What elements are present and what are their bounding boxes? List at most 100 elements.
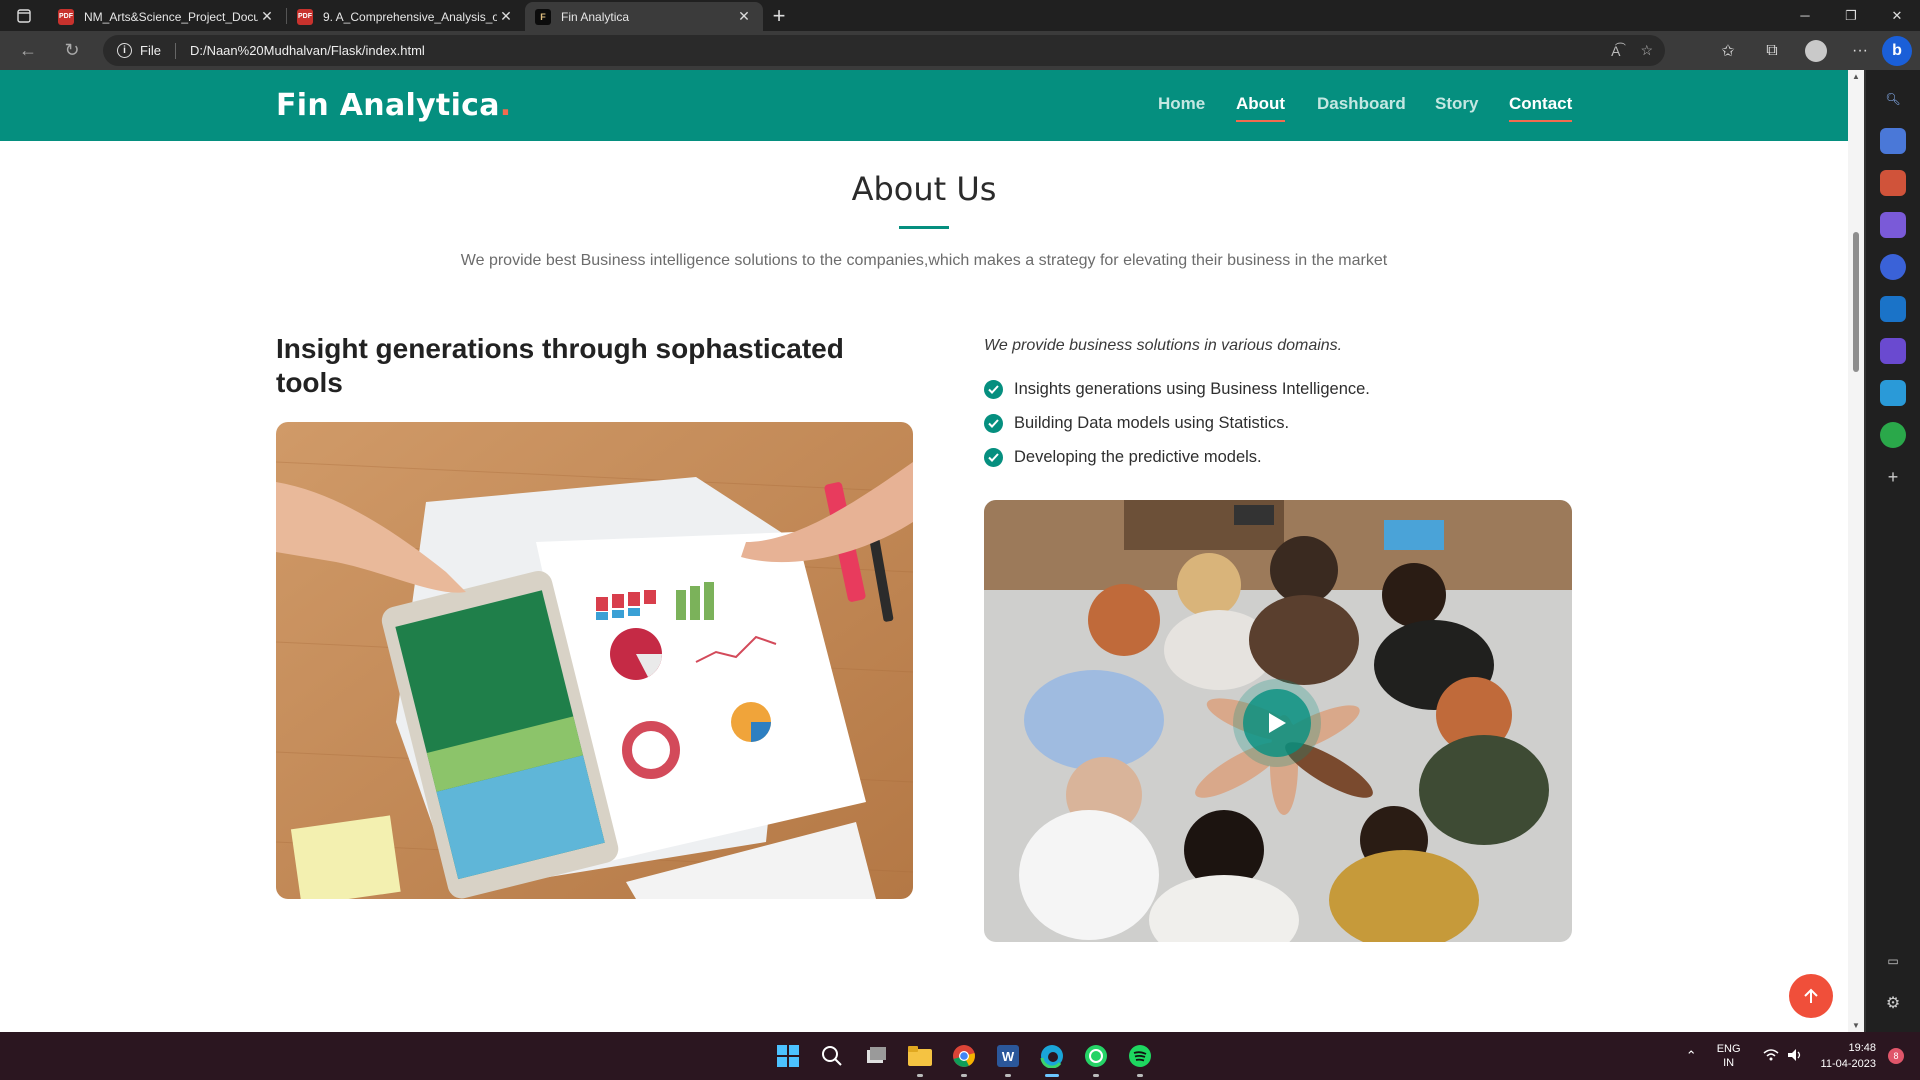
spotify-button[interactable]	[1118, 1032, 1162, 1080]
running-indicator	[961, 1074, 967, 1077]
active-indicator	[1045, 1074, 1059, 1077]
taskbar-search-button[interactable]	[810, 1032, 854, 1080]
back-to-top-button[interactable]	[1789, 974, 1833, 1018]
site-header: Fin Analytica. Home About Dashboard Stor…	[0, 70, 1848, 141]
close-icon[interactable]: ✕	[258, 8, 276, 25]
nav-dashboard[interactable]: Dashboard	[1317, 94, 1406, 120]
whatsapp-button[interactable]	[1074, 1032, 1118, 1080]
play-video-button[interactable]	[1243, 689, 1311, 757]
microsoft-365-icon[interactable]	[1880, 254, 1906, 280]
scroll-thumb[interactable]	[1853, 232, 1859, 372]
running-indicator	[1005, 1074, 1011, 1077]
check-circle-icon	[984, 413, 1003, 433]
close-icon[interactable]: ✕	[497, 8, 515, 25]
new-tab-button[interactable]: +	[763, 3, 795, 29]
folder-icon	[908, 1046, 932, 1066]
page-scrollbar[interactable]: ▲ ▼	[1848, 70, 1864, 1032]
designer-icon[interactable]	[1880, 338, 1906, 364]
outlook-icon[interactable]	[1880, 296, 1906, 322]
feature-text: Insights generations using Business Inte…	[1014, 379, 1370, 398]
notification-badge[interactable]: 8	[1888, 1048, 1904, 1064]
check-circle-icon	[984, 379, 1003, 399]
shopping-tag-icon[interactable]	[1880, 128, 1906, 154]
close-window-icon[interactable]: ✕	[1874, 0, 1920, 31]
sidebar-toggle-icon[interactable]: ▭	[1880, 948, 1906, 974]
browser-tab[interactable]: PDF 9. A_Comprehensive_Analysis_of ✕	[287, 2, 525, 31]
wifi-icon[interactable]	[1763, 1048, 1779, 1064]
right-intro: We provide business solutions in various…	[984, 337, 1343, 354]
tab-title: Fin Analytica	[561, 9, 630, 24]
tree-icon[interactable]	[1880, 422, 1906, 448]
scroll-up-arrow-icon[interactable]: ▲	[1852, 72, 1860, 81]
scheme-label: File	[140, 43, 161, 58]
add-favorite-icon[interactable]: ☆	[1640, 42, 1653, 59]
edge-icon	[1040, 1045, 1063, 1068]
search-icon	[822, 1046, 842, 1066]
scroll-down-arrow-icon[interactable]: ▼	[1852, 1021, 1860, 1030]
play-icon	[1269, 713, 1286, 733]
date-text: 11-04-2023	[1820, 1058, 1876, 1070]
clock[interactable]: 19:48 11-04-2023	[1821, 1040, 1876, 1072]
bing-chat-icon[interactable]: b	[1882, 35, 1912, 66]
logo-dot: .	[499, 88, 512, 123]
more-menu-icon[interactable]: ···	[1838, 42, 1882, 60]
send-icon[interactable]	[1880, 380, 1906, 406]
section-title: About Us	[851, 170, 997, 208]
chevron-up-icon[interactable]: ⌃	[1686, 1048, 1697, 1064]
word-icon: W	[997, 1045, 1019, 1067]
tab-title: 9. A_Comprehensive_Analysis_of	[323, 9, 497, 24]
settings-gear-icon[interactable]: ⚙	[1880, 990, 1906, 1016]
nav-contact[interactable]: Contact	[1509, 94, 1573, 122]
browser-tab[interactable]: PDF NM_Arts&Science_Project_Docu ✕	[48, 2, 286, 31]
tools-icon[interactable]	[1880, 170, 1906, 196]
arrow-up-icon	[1804, 988, 1818, 1003]
address-bar[interactable]: i File D:/Naan%20Mudhalvan/Flask/index.h…	[103, 35, 1665, 66]
running-indicator	[1093, 1074, 1099, 1077]
close-icon[interactable]: ✕	[735, 8, 753, 25]
search-icon[interactable]: 🔍︎	[1880, 86, 1906, 112]
chrome-icon	[953, 1045, 975, 1067]
restore-icon[interactable]: ❐	[1828, 0, 1874, 31]
list-item: Developing the predictive models.	[984, 440, 1370, 474]
region-code: IN	[1723, 1057, 1735, 1069]
back-arrow-icon[interactable]: ←	[6, 31, 50, 70]
start-button[interactable]	[766, 1032, 810, 1080]
favorites-icon[interactable]: ✩	[1706, 41, 1750, 61]
browser-toolbar: ← ↻ i File D:/Naan%20Mudhalvan/Flask/ind…	[0, 31, 1920, 70]
url-text[interactable]: D:/Naan%20Mudhalvan/Flask/index.html	[190, 43, 425, 58]
read-aloud-icon[interactable]: A͡	[1611, 43, 1620, 59]
site-icon: F	[535, 8, 551, 25]
input-language-indicator[interactable]: ENG IN	[1717, 1042, 1741, 1070]
collections-icon[interactable]: ⧉	[1750, 42, 1794, 60]
running-indicator	[917, 1074, 923, 1077]
add-icon[interactable]: +	[1880, 464, 1906, 490]
minimize-icon[interactable]: ─	[1782, 0, 1828, 31]
check-circle-icon	[984, 447, 1003, 467]
nav-story[interactable]: Story	[1435, 94, 1478, 120]
info-icon[interactable]: i	[117, 43, 132, 58]
volume-icon[interactable]	[1787, 1048, 1803, 1065]
tab-actions-button[interactable]	[0, 0, 48, 31]
task-view-button[interactable]	[854, 1032, 898, 1080]
edge-button[interactable]	[1030, 1032, 1074, 1080]
word-button[interactable]: W	[986, 1032, 1030, 1080]
windows-logo-icon	[777, 1045, 799, 1067]
refresh-icon[interactable]: ↻	[50, 31, 94, 70]
chrome-button[interactable]	[942, 1032, 986, 1080]
windows-taskbar: W ⌃ ENG IN 19:48 11-04-2023 8	[0, 1032, 1920, 1080]
nav-home[interactable]: Home	[1158, 94, 1205, 120]
profile-avatar[interactable]	[1805, 39, 1827, 62]
browser-tab-active[interactable]: F Fin Analytica ✕	[525, 2, 763, 31]
list-item: Insights generations using Business Inte…	[984, 372, 1370, 406]
logo-text: Fin Analytica	[276, 88, 500, 123]
address-divider	[174, 42, 176, 59]
site-logo[interactable]: Fin Analytica.	[276, 88, 512, 123]
title-underline	[899, 226, 949, 229]
games-icon[interactable]	[1880, 212, 1906, 238]
tab-title: NM_Arts&Science_Project_Docu	[84, 9, 258, 24]
nav-about[interactable]: About	[1236, 94, 1286, 122]
section-subtitle: We provide best Business intelligence so…	[460, 252, 1388, 269]
page-viewport: Fin Analytica. Home About Dashboard Stor…	[0, 70, 1848, 1032]
spotify-icon	[1129, 1045, 1151, 1067]
file-explorer-button[interactable]	[898, 1032, 942, 1080]
